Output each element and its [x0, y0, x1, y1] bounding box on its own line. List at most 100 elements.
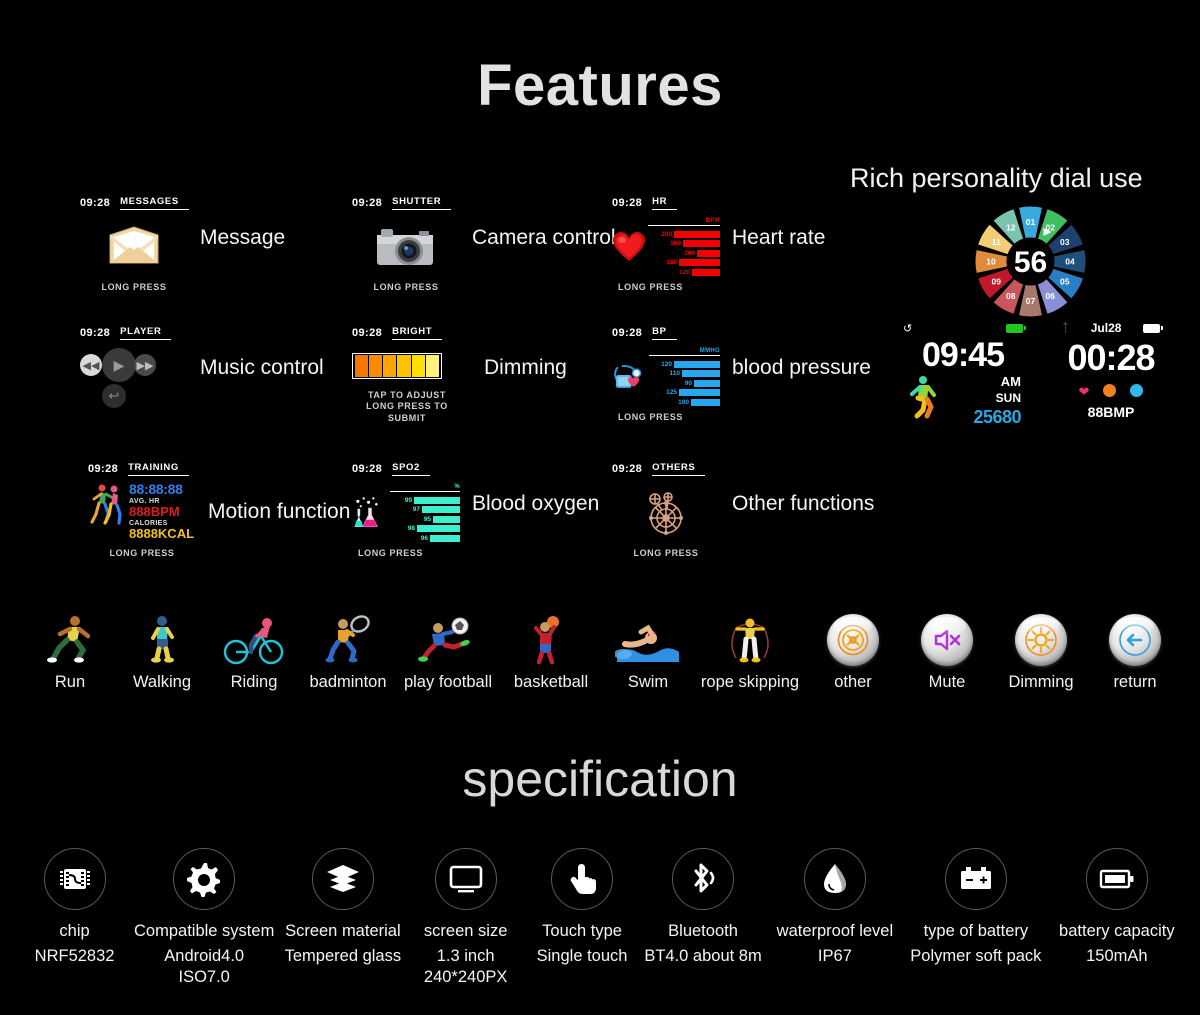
- sport-swim[interactable]: Swim: [602, 600, 694, 692]
- spec-value: Android4.0 ISO7.0: [164, 947, 245, 987]
- screen-footer: LONG PRESS: [618, 412, 684, 422]
- spec-screen-size: screen size 1.3 inch 240*240PX: [407, 848, 525, 989]
- sport-basketball[interactable]: basketball: [500, 600, 602, 692]
- sport-rope-skipping[interactable]: rope skipping: [694, 600, 806, 692]
- feature-music[interactable]: 09:28 PLAYER ◀◀ ▶ ▶▶ ↩ Music control: [80, 326, 324, 420]
- watch-screen-message: 09:28 MESSAGES LONG PRESS: [80, 196, 189, 292]
- screen-header: OTHERS: [652, 462, 706, 476]
- spec-value: 1.3 inch 240*240PX: [423, 947, 508, 987]
- brightness-segment[interactable]: [383, 355, 397, 377]
- bar-value: 125: [666, 389, 677, 397]
- watch-face-steps[interactable]: ↺ 09:45 AM SUN 25680 steps: [895, 318, 1031, 426]
- feature-others[interactable]: 09:28 OTHERS LONG PRESS Other functions: [612, 462, 874, 558]
- football-icon: [418, 617, 470, 662]
- dial-section-title: Rich personality dial use: [850, 163, 1143, 193]
- watch-face-heart[interactable]: ᛏ Jul28 00:28 ❤ 88BMP: [1043, 318, 1179, 426]
- screen-footer: LONG PRESS: [109, 548, 175, 558]
- brightness-button-icon[interactable]: [1015, 614, 1067, 666]
- spec-value: NRF52832: [34, 947, 115, 965]
- spec-name: battery capacity: [1059, 922, 1175, 940]
- watch-time: 09:45: [922, 336, 1005, 374]
- chart-bar: 98: [390, 525, 460, 533]
- sport-riding[interactable]: Riding: [208, 600, 300, 692]
- battery-icon: [1085, 848, 1148, 910]
- brightness-segment[interactable]: [368, 355, 383, 377]
- brightness-segment[interactable]: [426, 355, 440, 377]
- dial-segment-label: 12: [1006, 222, 1016, 232]
- spec-name: chip: [59, 922, 90, 940]
- bpm-value: 88BMP: [1087, 404, 1135, 420]
- battery-icon: [1006, 323, 1026, 333]
- feature-blood-oxygen[interactable]: 09:28 SPO2 % 99 97 95 98 96 LONG PRESS B…: [352, 462, 599, 558]
- spec-name: Bluetooth: [668, 922, 738, 940]
- sport-label: basketball: [513, 673, 589, 691]
- sport-run[interactable]: Run: [24, 600, 116, 692]
- other-button-icon[interactable]: [827, 614, 879, 666]
- mode-return[interactable]: return: [1088, 600, 1182, 692]
- brightness-segment[interactable]: [397, 355, 411, 377]
- spec-name: Compatible system: [134, 922, 275, 940]
- feature-blood-pressure[interactable]: 09:28 BP MMHG 120 110 90 125 100 LONG PR…: [612, 326, 871, 422]
- screen-footer: LONG PRESS: [618, 282, 684, 292]
- feature-heart-rate[interactable]: 09:28 HR BPM 200 160 100 180 120 LONG PR…: [612, 196, 825, 292]
- feature-camera[interactable]: 09:28 SHUTTER LONG PRESS Camera control: [352, 196, 616, 292]
- sport-walking[interactable]: Walking: [116, 600, 208, 692]
- chart-bar: 160: [648, 240, 720, 248]
- feature-label: Music control: [200, 356, 324, 379]
- calories-value: 8888: [129, 526, 158, 542]
- mute-button-icon[interactable]: [921, 614, 973, 666]
- feature-message[interactable]: 09:28 MESSAGES LONG PRESS Message: [80, 196, 285, 292]
- mode-dimming[interactable]: Dimming: [994, 600, 1088, 692]
- cycling-icon: [223, 618, 284, 665]
- screen-footer: TAP TO ADJUST LONG PRESS TO SUBMIT: [366, 390, 448, 423]
- sport-label: Dimming: [1008, 673, 1074, 691]
- feature-dimming[interactable]: 09:28 BRIGHT TAP TO ADJUST LONG PRESS TO…: [352, 326, 567, 424]
- screen-footer: LONG PRESS: [373, 282, 439, 292]
- chip-icon: [43, 848, 106, 910]
- screen-header: BP: [652, 326, 677, 340]
- avg-hr-unit: BPM: [150, 504, 180, 520]
- return-button[interactable]: ↩: [102, 384, 126, 408]
- chart-bar: 95: [390, 515, 460, 523]
- dial-segment-label: 09: [992, 276, 1002, 286]
- brightness-segment[interactable]: [354, 355, 368, 377]
- next-track-button[interactable]: ▶▶: [134, 354, 156, 376]
- watch-screen-training: 09:28 TRAINING 88:88:88 AVG. HR 888BPM C…: [88, 462, 196, 558]
- screen-header: MESSAGES: [120, 196, 189, 210]
- heart-icon: ❤: [1078, 384, 1090, 399]
- chart-bar: 100: [648, 249, 720, 257]
- dial-segment-label: 03: [1060, 237, 1070, 247]
- sport-label: badminton: [309, 673, 387, 691]
- back-arrow-button-icon[interactable]: [1109, 614, 1161, 666]
- sport-label: Swim: [627, 673, 669, 691]
- previous-track-button[interactable]: ◀◀: [80, 354, 102, 376]
- footstep-icon: [1130, 384, 1144, 397]
- feature-label: Motion function: [208, 500, 351, 523]
- bar-fill: [682, 370, 720, 378]
- dial-segment-label: 11: [992, 237, 1001, 247]
- brightness-segment[interactable]: [411, 355, 426, 377]
- play-button[interactable]: ▶: [102, 348, 136, 382]
- petal-dial-face[interactable]: 01 02 03 04 05 06 07 08 09 10 11 12 56: [973, 204, 1088, 319]
- bar-value: 98: [407, 525, 415, 533]
- brightness-bar[interactable]: [352, 353, 442, 379]
- bar-value: 95: [423, 515, 431, 523]
- chart-bar: 96: [390, 534, 460, 542]
- heart-icon: [613, 232, 645, 261]
- watch-screen-spo2: 09:28 SPO2 % 99 97 95 98 96 LONG PRESS: [352, 462, 460, 558]
- screen-footer: LONG PRESS: [101, 282, 167, 292]
- flame-icon: [1103, 384, 1117, 397]
- screen-time: 09:28: [612, 197, 643, 209]
- feature-label: blood pressure: [732, 356, 871, 379]
- sport-badminton[interactable]: badminton: [300, 600, 396, 692]
- feature-motion[interactable]: 09:28 TRAINING 88:88:88 AVG. HR 888BPM C…: [88, 462, 350, 558]
- blood-pressure-cuff-icon: [614, 365, 642, 388]
- training-stats: 88:88:88 AVG. HR 888BPM CALORIES 8888KCA…: [129, 482, 194, 541]
- training-duration: 88:88:88: [129, 481, 183, 497]
- sport-label: Run: [54, 673, 86, 691]
- chart-unit: MMHG: [649, 348, 720, 357]
- mode-mute[interactable]: Mute: [900, 600, 994, 692]
- sport-football[interactable]: play football: [396, 600, 500, 692]
- mode-other[interactable]: other: [806, 600, 900, 692]
- screen-time: 09:28: [80, 327, 111, 339]
